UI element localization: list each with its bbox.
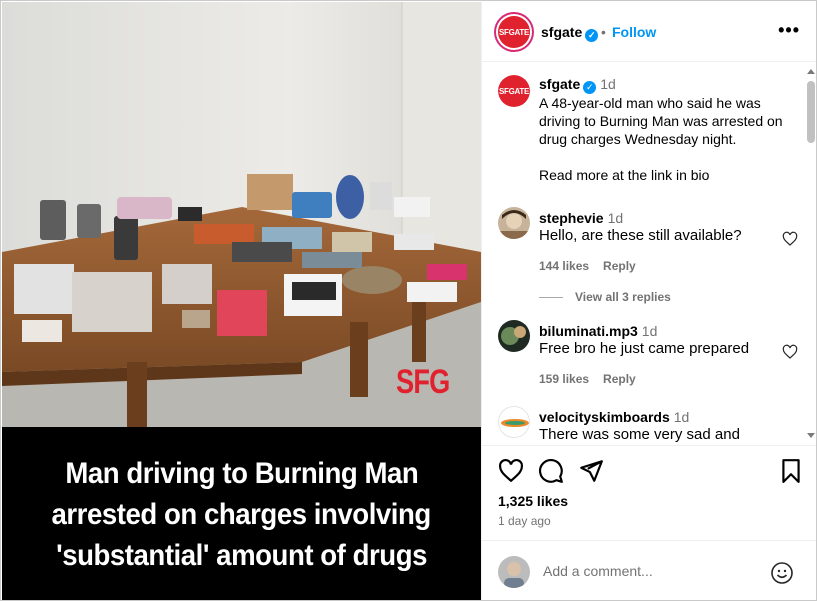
view-replies-button[interactable]: View all 3 replies <box>539 290 671 304</box>
caption-logo: SFGATE <box>498 75 530 107</box>
comments-list[interactable]: SFGATE sfgate ✓ 1d A 48-year-old man who s… <box>482 63 804 444</box>
caption-time: 1d <box>600 76 616 92</box>
separator-dot: • <box>601 24 606 40</box>
post-date: 1 day ago <box>498 514 551 528</box>
post-header: SFGATE sfgate ✓ • Follow ••• <box>482 2 816 62</box>
comment-username[interactable]: stephevie <box>539 210 604 226</box>
caption-text-2: Read more at the link in bio <box>539 167 710 183</box>
view-replies-label: View all 3 replies <box>575 290 671 304</box>
caption-text: A 48-year-old man who said he was drivin… <box>539 95 783 147</box>
verified-badge-icon: ✓ <box>583 81 597 94</box>
headline-overlay: Man driving to Burning Man arrested on c… <box>2 427 481 600</box>
reply-button[interactable]: Reply <box>603 372 636 386</box>
more-options-button[interactable]: ••• <box>778 20 800 41</box>
avatar-logo-text: SFGATE <box>498 27 530 37</box>
headline-line: Man driving to Burning Man <box>65 456 418 490</box>
instagram-post-window: SFG Man driving to Burning Man arrested … <box>0 0 817 601</box>
commenter-avatar[interactable] <box>498 406 530 438</box>
caption-username[interactable]: sfgate <box>539 76 580 92</box>
comment-bubble-icon[interactable] <box>538 458 564 484</box>
account-avatar[interactable]: SFGATE <box>498 16 530 48</box>
divider <box>539 297 563 299</box>
add-comment-bar <box>482 540 816 600</box>
account-username[interactable]: sfgate ✓ <box>541 24 599 42</box>
scrollbar-thumb[interactable] <box>807 81 815 143</box>
scroll-down-arrow-icon[interactable] <box>807 433 815 438</box>
reply-button[interactable]: Reply <box>603 259 636 273</box>
comment-text: Hello, are these still available? <box>539 227 742 244</box>
comment-likes[interactable]: 144 likes <box>539 259 589 273</box>
comment-username[interactable]: biluminati.mp3 <box>539 323 638 339</box>
comment-body: biluminati.mp3 1d <box>539 322 657 340</box>
username-text: sfgate <box>541 24 583 40</box>
post-media[interactable]: SFG Man driving to Burning Man arrested … <box>2 2 481 600</box>
commenter-avatar[interactable] <box>498 320 530 352</box>
comment-time: 1d <box>673 409 690 425</box>
likes-count[interactable]: 1,325 likes <box>498 493 568 509</box>
comment-time: 1d <box>607 210 624 226</box>
caption-logo-text: SFGATE <box>498 86 530 96</box>
comment-body: stephevie 1d <box>539 209 623 227</box>
post-actions: 1,325 likes 1 day ago <box>482 445 816 555</box>
avatar-image <box>498 207 530 239</box>
comment-text: There was some very sad and <box>539 426 740 443</box>
heart-icon[interactable] <box>782 344 798 360</box>
comments-scrollbar[interactable] <box>804 63 816 444</box>
avatar-image <box>501 419 529 427</box>
current-user-avatar <box>498 556 530 588</box>
watermark: SFG <box>396 363 450 401</box>
verified-badge-icon: ✓ <box>585 29 599 42</box>
post-side-panel: SFGATE sfgate ✓ • Follow ••• SFGATE sfgat… <box>481 2 816 600</box>
commenter-avatar[interactable] <box>498 207 530 239</box>
avatar-image <box>498 320 530 352</box>
comment-body: velocityskimboards 1d <box>539 408 689 426</box>
like-heart-icon[interactable] <box>498 458 524 484</box>
emoji-icon[interactable] <box>770 561 794 585</box>
comment-text: Free bro he just came prepared <box>539 340 750 357</box>
comment-time: 1d <box>641 323 658 339</box>
comment-meta: 159 likes Reply <box>539 372 650 386</box>
comment-likes[interactable]: 159 likes <box>539 372 589 386</box>
comment-input[interactable] <box>543 563 753 579</box>
follow-button[interactable]: Follow <box>612 24 656 40</box>
heart-icon[interactable] <box>782 231 798 247</box>
headline-line: 'substantial' amount of drugs <box>56 538 427 572</box>
save-bookmark-icon[interactable] <box>778 458 804 484</box>
caption-avatar[interactable]: SFGATE <box>498 75 530 107</box>
caption-body: sfgate ✓ 1d A 48-year-old man who said he … <box>539 75 789 184</box>
comment-meta: 144 likes Reply <box>539 259 650 273</box>
share-send-icon[interactable] <box>578 458 604 484</box>
avatar-image <box>498 556 530 588</box>
headline-line: arrested on charges involving <box>51 497 432 531</box>
comment-username[interactable]: velocityskimboards <box>539 409 670 425</box>
scroll-up-arrow-icon[interactable] <box>807 69 815 74</box>
